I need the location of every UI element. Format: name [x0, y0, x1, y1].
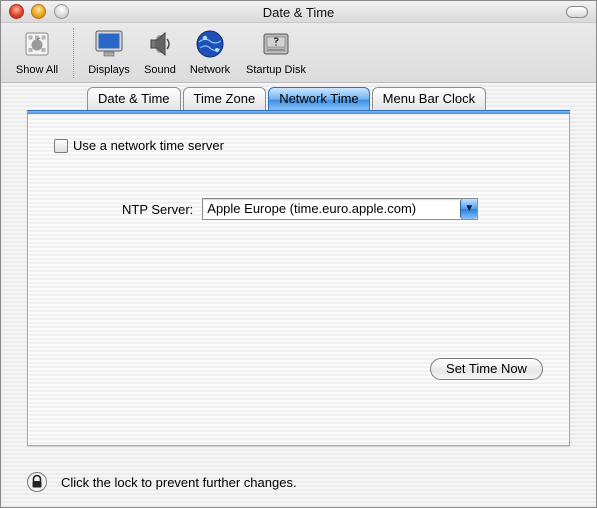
- lock-icon[interactable]: [27, 471, 47, 493]
- tab-time-zone[interactable]: Time Zone: [182, 87, 267, 111]
- show-all-icon: [25, 32, 49, 56]
- toolbar-item-label: Network: [189, 64, 231, 76]
- use-network-time-checkbox[interactable]: [54, 138, 68, 153]
- toolbar-item-label: Show All: [15, 64, 59, 76]
- ntp-server-row: NTP Server: Apple Europe (time.euro.appl…: [122, 198, 479, 220]
- tab-menu-bar-clock[interactable]: Menu Bar Clock: [371, 87, 487, 111]
- sound-button[interactable]: Sound: [140, 28, 180, 76]
- lock-footer: Click the lock to prevent further change…: [27, 471, 297, 493]
- tab-date-time[interactable]: Date & Time: [87, 87, 181, 111]
- toolbar-item-label: Startup Disk: [246, 64, 306, 76]
- preferences-window: Date & Time Show All Displays Sound Netw…: [0, 0, 597, 508]
- lock-message: Click the lock to prevent further change…: [61, 474, 297, 490]
- network-button[interactable]: Network: [186, 28, 234, 76]
- toolbar-toggle-button[interactable]: [566, 6, 588, 18]
- displays-icon: [95, 30, 123, 57]
- sound-icon: [150, 31, 170, 57]
- startup-disk-icon: [263, 33, 289, 55]
- ntp-server-combobox[interactable]: Apple Europe (time.euro.apple.com) ▼: [202, 198, 479, 220]
- toolbar-item-label: Sound: [144, 64, 176, 76]
- ntp-server-value[interactable]: Apple Europe (time.euro.apple.com): [203, 199, 460, 219]
- toolbar-separator: [73, 28, 74, 78]
- toolbar: Show All Displays Sound Network Startup …: [1, 23, 596, 83]
- use-network-time-label: Use a network time server: [73, 138, 224, 153]
- title-bar[interactable]: Date & Time: [1, 1, 596, 23]
- network-time-panel: Use a network time server NTP Server: Ap…: [27, 114, 570, 446]
- displays-button[interactable]: Displays: [85, 28, 133, 76]
- ntp-server-label: NTP Server:: [122, 201, 194, 217]
- window-title: Date & Time: [262, 5, 335, 20]
- chevron-down-icon: ▼: [464, 203, 475, 214]
- network-icon: [196, 30, 224, 58]
- tab-bar: Date & Time Time Zone Network Time Menu …: [87, 87, 488, 111]
- ntp-server-dropdown-button[interactable]: ▼: [460, 199, 478, 219]
- tab-network-time[interactable]: Network Time: [268, 87, 370, 111]
- show-all-button[interactable]: Show All: [11, 28, 63, 76]
- toolbar-item-label: Displays: [88, 64, 130, 76]
- use-network-time-row[interactable]: Use a network time server: [54, 138, 224, 153]
- startup-disk-button[interactable]: Startup Disk: [242, 28, 310, 76]
- set-time-now-button[interactable]: Set Time Now: [430, 358, 543, 380]
